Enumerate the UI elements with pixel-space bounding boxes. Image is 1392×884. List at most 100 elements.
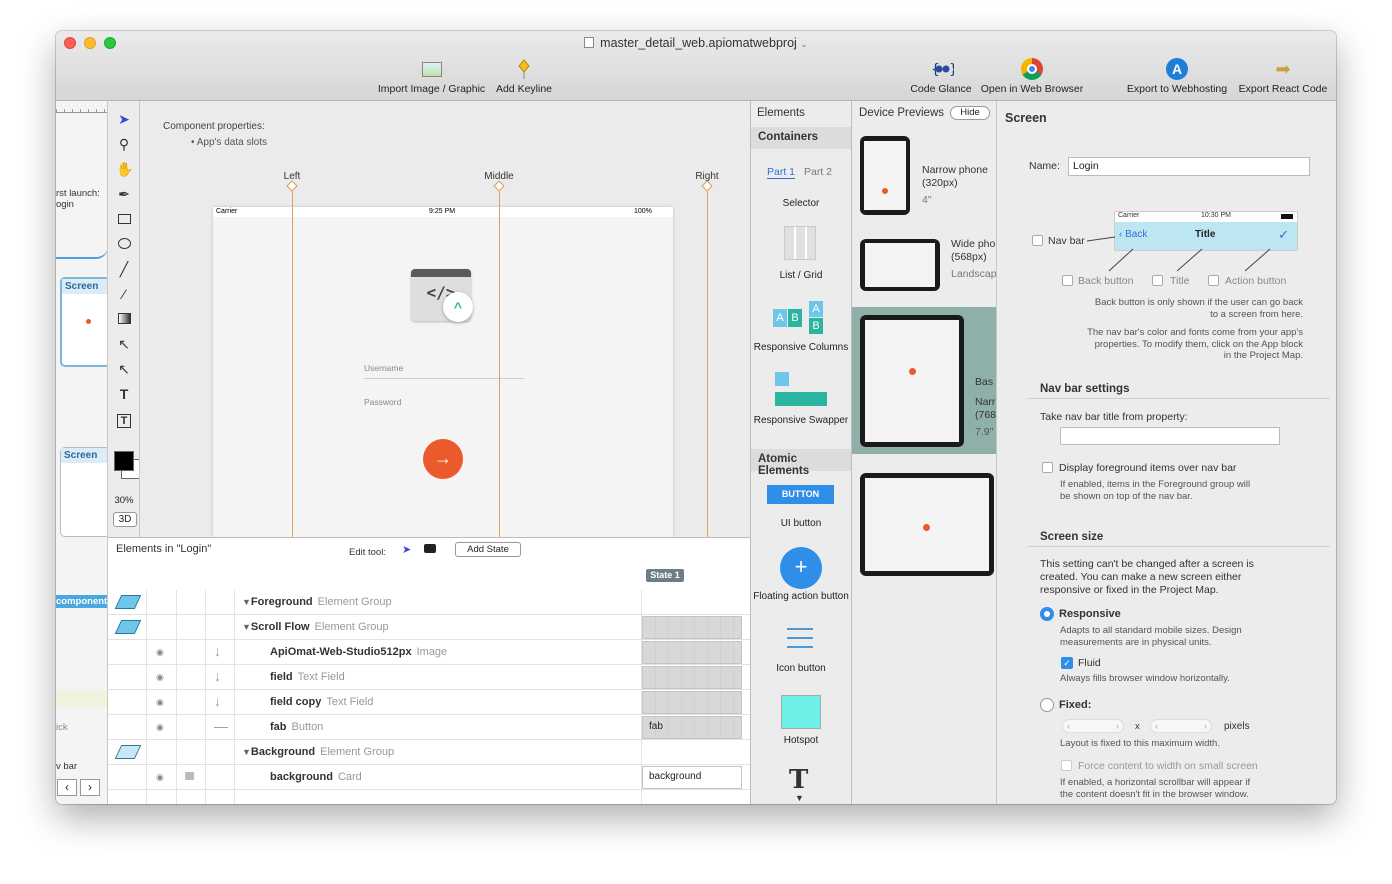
part2-tab[interactable]: Part 2 — [804, 166, 832, 178]
action-button-checkbox[interactable] — [1208, 275, 1219, 286]
fixed-radio[interactable] — [1040, 698, 1054, 712]
phone-screen[interactable]: Carrier 9:25 PM 100% </> ^ Username Pass… — [213, 207, 673, 537]
code-logo-image[interactable]: </> ^ — [411, 269, 473, 322]
fill-color-swatch[interactable] — [114, 451, 134, 471]
name-input[interactable]: Login — [1068, 157, 1310, 176]
line-tool-icon[interactable]: ⁄ — [116, 286, 132, 302]
add-keyline-button[interactable]: Add Keyline — [494, 58, 554, 95]
password-field[interactable]: Password — [364, 397, 524, 413]
hotspot-icon[interactable] — [781, 695, 821, 729]
responsive-radio[interactable] — [1040, 607, 1054, 621]
pin-tool-icon[interactable]: ⚲ — [116, 136, 132, 152]
text-item-icon[interactable]: T — [789, 765, 808, 795]
arrow-down-icon[interactable]: ↓ — [214, 693, 221, 709]
fixed-width-stepper[interactable]: ‹ › — [1062, 719, 1124, 733]
pointer-edit-icon[interactable]: ➤ — [402, 543, 411, 556]
camera-edit-icon[interactable] — [424, 544, 436, 553]
state-badge[interactable]: State 1 — [646, 569, 684, 582]
textbox-tool-icon[interactable]: T — [116, 411, 132, 428]
pen-tool-icon[interactable]: ✒ — [116, 186, 132, 202]
icon-button-item[interactable]: Icon button — [751, 663, 851, 674]
display-foreground-checkbox[interactable] — [1042, 462, 1053, 473]
pointer-tool-icon[interactable]: ➤ — [116, 111, 132, 127]
gradient-tool-icon[interactable] — [116, 311, 132, 327]
state-cell[interactable] — [642, 616, 742, 639]
keyline-handle[interactable] — [493, 180, 505, 192]
selector-item[interactable]: Selector — [751, 198, 851, 209]
minimap-screen-card[interactable]: Screen — [60, 277, 107, 367]
keyline-middle[interactable] — [499, 185, 500, 537]
minimap-screen-card[interactable]: Screen — [60, 447, 107, 537]
text-tool-icon[interactable]: T — [116, 386, 132, 402]
part1-tab[interactable]: Part 1 — [767, 166, 796, 179]
ui-button-icon[interactable]: BUTTON — [767, 485, 834, 504]
fixed-height-stepper[interactable]: ‹ › — [1150, 719, 1212, 733]
state-cell[interactable] — [642, 666, 742, 689]
element-row[interactable]: ◉ — fab Button fab — [108, 715, 750, 740]
state-cell[interactable] — [642, 641, 742, 664]
project-minimap[interactable]: rst launch: ogin Screen Screen component… — [56, 101, 108, 804]
add-state-button[interactable]: Add State — [455, 542, 521, 557]
hand-tool-icon[interactable]: ✋ — [116, 161, 133, 177]
responsive-columns-icon[interactable]: A B A B — [773, 301, 829, 335]
export-webhosting-button[interactable]: A Export to Webhosting — [1122, 58, 1232, 95]
arrow-down-icon[interactable]: ↓ — [214, 668, 221, 684]
nav-back-button[interactable]: ‹ — [57, 779, 77, 796]
back-button-checkbox[interactable] — [1062, 275, 1073, 286]
wide-phone-preview[interactable] — [860, 239, 940, 291]
nav-forward-button[interactable]: › — [80, 779, 100, 796]
fab-item[interactable]: Floating action button — [751, 591, 851, 602]
hotspot-item[interactable]: Hotspot — [751, 735, 851, 746]
rectangle-tool-icon[interactable] — [116, 211, 132, 227]
element-row[interactable]: ◉ ↓ field copy Text Field — [108, 690, 750, 715]
narrow-phone-preview[interactable] — [860, 136, 910, 215]
eye-icon[interactable]: ◉ — [156, 772, 164, 783]
fluid-checkbox[interactable]: ✓ — [1061, 657, 1073, 669]
element-row[interactable]: ▼Foreground Element Group — [108, 590, 750, 615]
keyline-handle[interactable] — [286, 180, 298, 192]
code-glance-button[interactable]: {} Code Glance — [908, 58, 974, 95]
element-row[interactable]: ▼Scroll Flow Element Group — [108, 615, 750, 640]
eye-icon[interactable]: ◉ — [156, 672, 164, 683]
fab-item-icon[interactable]: + — [780, 547, 822, 589]
state-cell[interactable] — [642, 691, 742, 714]
direct-select-tool-icon[interactable]: ↖ — [116, 336, 132, 352]
keyline-right[interactable] — [707, 185, 708, 537]
large-tablet-preview[interactable] — [860, 473, 994, 576]
username-field[interactable]: Username — [364, 363, 524, 379]
force-width-checkbox[interactable] — [1061, 760, 1072, 771]
import-image-button[interactable]: Import Image / Graphic — [374, 58, 489, 95]
hide-previews-button[interactable]: Hide — [950, 106, 990, 120]
element-row[interactable]: ▼Background Element Group — [108, 740, 750, 765]
state-cell[interactable]: fab — [642, 716, 742, 739]
keyline-handle[interactable] — [701, 180, 713, 192]
element-row[interactable]: ◉ background Card background — [108, 765, 750, 790]
element-row[interactable]: ◉ ↓ field Text Field — [108, 665, 750, 690]
eye-icon[interactable]: ◉ — [156, 647, 164, 658]
arrow-down-icon[interactable]: ↓ — [214, 643, 221, 659]
element-row[interactable]: ◉ ↓ ApiOmat-Web-Studio512px Image — [108, 640, 750, 665]
title-checkbox[interactable] — [1152, 275, 1163, 286]
ellipse-tool-icon[interactable] — [116, 236, 132, 252]
tablet-preview[interactable] — [860, 315, 964, 447]
responsive-swapper-icon[interactable] — [775, 372, 827, 406]
grid-icon[interactable] — [784, 226, 816, 260]
dash-icon[interactable]: — — [214, 718, 228, 734]
brush-tool-icon[interactable]: ╱ — [116, 261, 132, 277]
keyline-left[interactable] — [292, 185, 293, 537]
fab-button[interactable]: → — [423, 439, 463, 479]
eye-icon[interactable]: ◉ — [156, 697, 164, 708]
group-select-tool-icon[interactable]: ↖ — [116, 361, 132, 377]
ui-button-item[interactable]: UI button — [751, 518, 851, 529]
lock-icon[interactable] — [185, 772, 194, 780]
hamburger-icon[interactable] — [787, 628, 813, 648]
nav-title-property-input[interactable] — [1060, 427, 1280, 445]
list-grid-item[interactable]: List / Grid — [751, 270, 851, 281]
state-cell[interactable]: background — [642, 766, 742, 789]
design-canvas[interactable]: Component properties: • App's data slots… — [140, 101, 750, 537]
3d-toggle-button[interactable]: 3D — [113, 512, 137, 527]
export-react-button[interactable]: ➡ Export React Code — [1236, 58, 1330, 95]
responsive-swapper-item[interactable]: Responsive Swapper — [751, 415, 851, 426]
responsive-columns-item[interactable]: Responsive Columns — [751, 342, 851, 353]
eye-icon[interactable]: ◉ — [156, 722, 164, 733]
